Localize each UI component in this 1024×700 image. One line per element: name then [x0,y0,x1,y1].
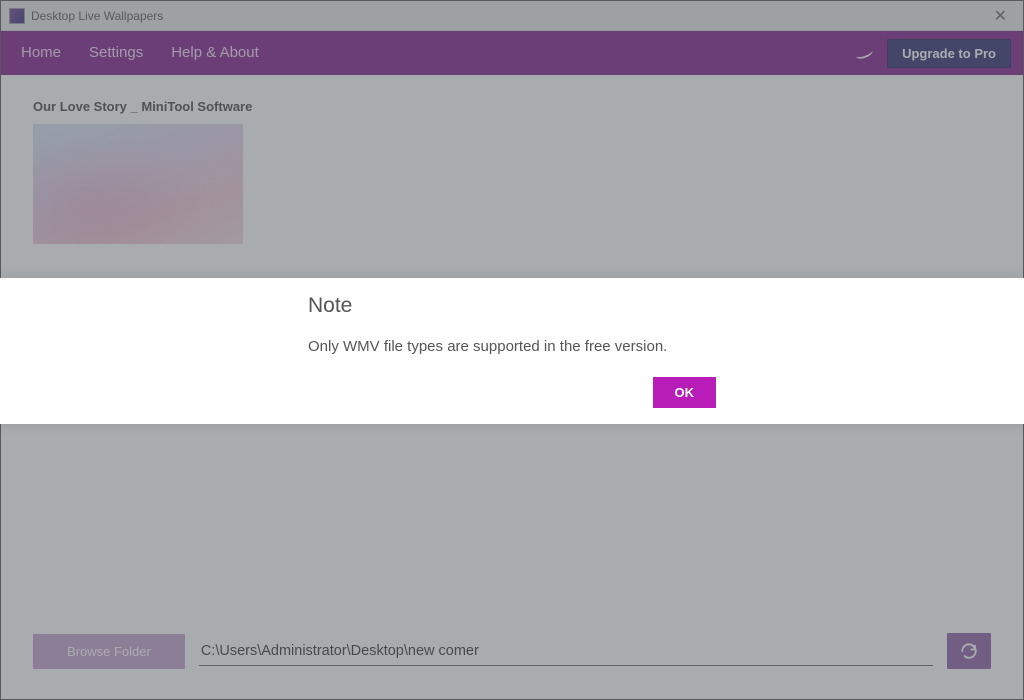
app-icon [9,8,25,24]
titlebar: Desktop Live Wallpapers ✕ [1,1,1023,31]
refresh-icon [960,642,978,660]
close-icon[interactable]: ✕ [986,6,1015,26]
modal-message: Only WMV file types are supported in the… [308,338,716,355]
note-modal: Note Only WMV file types are supported i… [0,278,1024,424]
wallpaper-item-title: Our Love Story _ MiniTool Software [33,99,991,114]
refresh-button[interactable] [947,633,991,669]
window-title: Desktop Live Wallpapers [31,9,163,23]
upgrade-button[interactable]: Upgrade to Pro [887,39,1011,68]
folder-path-input[interactable] [199,637,933,666]
wallpaper-thumbnail[interactable] [33,124,243,244]
nav-settings[interactable]: Settings [75,31,157,75]
browse-folder-button[interactable]: Browse Folder [33,634,185,669]
bottom-bar: Browse Folder [33,633,991,675]
navbar: Home Settings Help & About Upgrade to Pr… [1,31,1023,75]
swoosh-icon [854,45,874,61]
ok-button[interactable]: OK [653,377,717,408]
nav-home[interactable]: Home [13,31,75,75]
modal-title: Note [308,294,716,318]
nav-help-about[interactable]: Help & About [157,31,273,75]
